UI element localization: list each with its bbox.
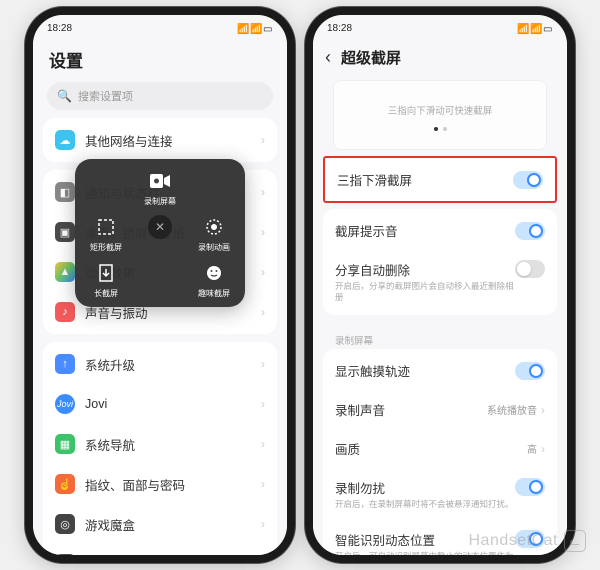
row-share-delete[interactable]: 分享自动删除 开启后，分享的截屏图片会自动移入最近删除相册 <box>323 250 557 313</box>
cat-icon: ᓚ <box>564 530 586 552</box>
row-quality[interactable]: 画质 高 › <box>323 429 557 468</box>
toggle-sound[interactable] <box>515 222 545 240</box>
highlight-three-finger: 三指下滑截屏 <box>323 156 557 203</box>
rect-icon <box>94 215 118 239</box>
navigation-icon: ▦ <box>55 434 75 454</box>
wifi-icon: 📶 <box>250 24 260 32</box>
battery-icon: ▭ <box>543 24 553 32</box>
shortcut-icon: ⚡ <box>55 554 75 555</box>
phone-left: 18:28 📶 📶 ▭ 设置 🔍 搜索设置项 ☁ 其他网络与连接 › <box>25 7 295 563</box>
back-icon[interactable]: ‹ <box>325 47 331 68</box>
dot-active <box>434 127 438 131</box>
watermark-text: HandsetCat <box>469 532 559 550</box>
fingerprint-icon: ☝ <box>55 474 75 494</box>
long-capture-icon <box>94 261 118 285</box>
row-screenshot-sound[interactable]: 截屏提示音 <box>323 211 557 250</box>
screen: 18:28 📶 📶 ▭ 设置 🔍 搜索设置项 ☁ 其他网络与连接 › <box>33 15 287 555</box>
wifi-icon: 📶 <box>530 24 540 32</box>
page-header: ‹ 超级截屏 <box>313 41 567 76</box>
status-bar: 18:28 📶 📶 ▭ <box>33 15 287 41</box>
status-time: 18:28 <box>327 23 352 34</box>
settings-group: 截屏提示音 分享自动删除 开启后，分享的截屏图片会自动移入最近删除相册 <box>323 209 557 315</box>
row-three-finger-screenshot[interactable]: 三指下滑截屏 <box>325 160 555 199</box>
gesture-hint: 三指向下滑动可快速截屏 <box>333 80 547 150</box>
jovi-icon: Jovi <box>55 394 75 414</box>
effects-icon: ▲ <box>55 262 75 282</box>
settings-group: 显示触摸轨迹 录制声音 系统播放音 › 画质 高 › 录制勿扰 开启后，在录制屏 <box>323 349 557 555</box>
screen: 18:28 📶 📶 ▭ ‹ 超级截屏 三指向下滑动可快速截屏 <box>313 15 567 555</box>
popup-record-anim[interactable]: 录制动画 <box>187 215 241 253</box>
chevron-right-icon: › <box>541 403 545 417</box>
chevron-right-icon: › <box>261 357 265 371</box>
settings-group: ☁ 其他网络与连接 › <box>43 118 277 162</box>
page-header: 设置 <box>33 41 287 82</box>
row-navigation[interactable]: ▦ 系统导航 › <box>43 424 277 464</box>
status-icons: 📶 📶 ▭ <box>517 24 553 32</box>
sound-icon: ♪ <box>55 302 75 322</box>
chevron-right-icon: › <box>261 477 265 491</box>
toggle-show-touch[interactable] <box>515 362 545 380</box>
toggle-dnd[interactable] <box>515 478 545 496</box>
row-system-update[interactable]: ↑ 系统升级 › <box>43 344 277 384</box>
status-icons: 📶 📶 ▭ <box>237 24 273 32</box>
search-icon: 🔍 <box>57 89 72 103</box>
chevron-right-icon: › <box>261 185 265 199</box>
row-shortcuts[interactable]: ⚡ 快捷与辅助 › <box>43 544 277 555</box>
phone-right: 18:28 📶 📶 ▭ ‹ 超级截屏 三指向下滑动可快速截屏 <box>305 7 575 563</box>
fun-capture-icon <box>202 261 226 285</box>
popup-rect-capture[interactable]: 矩形截屏 <box>79 215 133 253</box>
chevron-right-icon: › <box>261 305 265 319</box>
game-icon: ◎ <box>55 514 75 534</box>
row-fingerprint[interactable]: ☝ 指纹、面部与密码 › <box>43 464 277 504</box>
settings-group: ↑ 系统升级 › Jovi Jovi › ▦ 系统导航 › ☝ 指纹、面部与密码 <box>43 342 277 555</box>
section-title-record: 录制屏幕 <box>313 323 567 349</box>
chevron-right-icon: › <box>261 397 265 411</box>
row-show-touch[interactable]: 显示触摸轨迹 <box>323 351 557 390</box>
search-input[interactable]: 🔍 搜索设置项 <box>47 82 273 110</box>
close-icon: ✕ <box>148 215 172 239</box>
chevron-right-icon: › <box>261 133 265 147</box>
chevron-right-icon: › <box>541 442 545 456</box>
page-title: 设置 <box>49 47 271 72</box>
row-game[interactable]: ◎ 游戏魔盒 › <box>43 504 277 544</box>
update-icon: ↑ <box>55 354 75 374</box>
record-anim-icon <box>202 215 226 239</box>
watermark: HandsetCat ᓚ <box>469 530 587 552</box>
row-jovi[interactable]: Jovi Jovi › <box>43 384 277 424</box>
toggle-three-finger[interactable] <box>513 171 543 189</box>
popup-fun-capture[interactable]: 趣味截屏 <box>187 261 241 299</box>
row-other-network[interactable]: ☁ 其他网络与连接 › <box>43 120 277 160</box>
popup-close[interactable]: ✕ <box>133 215 187 253</box>
signal-icon: 📶 <box>517 24 527 32</box>
dot <box>443 127 447 131</box>
chevron-right-icon: › <box>261 517 265 531</box>
cloud-icon: ☁ <box>55 130 75 150</box>
search-placeholder: 搜索设置项 <box>78 88 133 104</box>
toggle-share-delete[interactable] <box>515 260 545 278</box>
status-bar: 18:28 📶 📶 ▭ <box>313 15 567 41</box>
video-icon <box>148 169 172 193</box>
popup-record-screen[interactable]: 录制屏幕 <box>79 169 241 207</box>
battery-icon: ▭ <box>263 24 273 32</box>
chevron-right-icon: › <box>261 225 265 239</box>
row-record-sound[interactable]: 录制声音 系统播放音 › <box>323 390 557 429</box>
popup-long-capture[interactable]: 长截屏 <box>79 261 133 299</box>
page-title: 超级截屏 <box>341 47 401 68</box>
row-record-dnd[interactable]: 录制勿扰 开启后，在录制屏幕时将不会被悬浮通知打扰。 <box>323 468 557 520</box>
settings-list[interactable]: 三指向下滑动可快速截屏 三指下滑截屏 截屏提示音 <box>313 76 567 555</box>
status-time: 18:28 <box>47 23 72 34</box>
chevron-right-icon: › <box>261 265 265 279</box>
notification-icon: ◧ <box>55 182 75 202</box>
hint-text: 三指向下滑动可快速截屏 <box>344 103 536 117</box>
signal-icon: 📶 <box>237 24 247 32</box>
screenshot-popup: 录制屏幕 矩形截屏 ✕ 录制动画 长截屏 <box>75 159 245 307</box>
desktop-icon: ▣ <box>55 222 75 242</box>
chevron-right-icon: › <box>261 437 265 451</box>
page-dots <box>344 127 536 131</box>
